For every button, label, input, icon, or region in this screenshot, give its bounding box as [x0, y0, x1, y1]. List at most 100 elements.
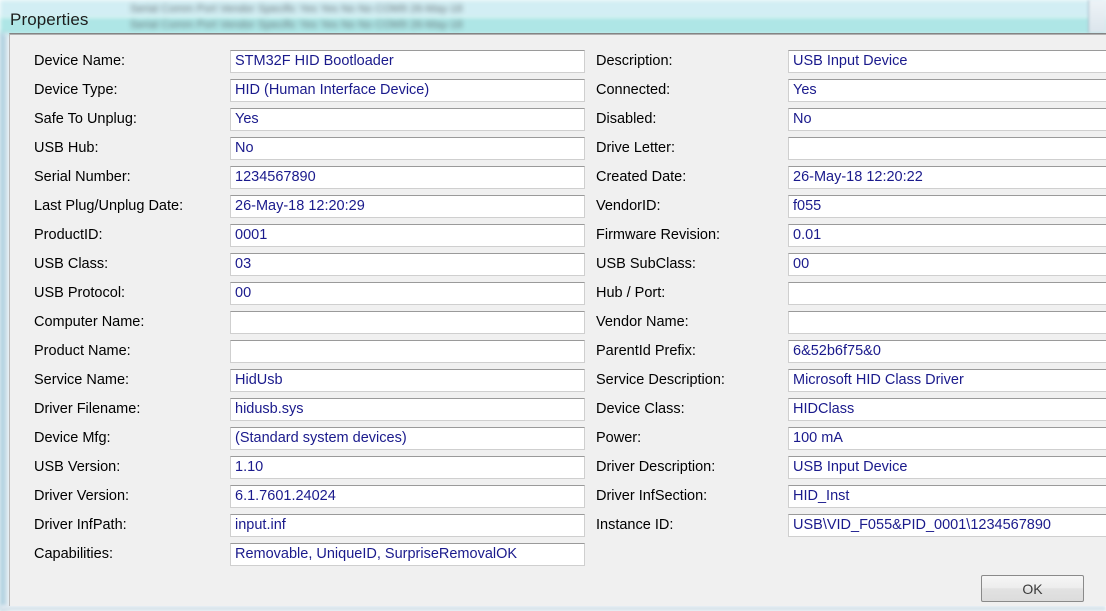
ok-button[interactable]: OK	[981, 575, 1084, 602]
property-value-field[interactable]: No	[230, 137, 585, 160]
property-cell-right: Driver Description: USB Input Device	[587, 455, 1106, 484]
property-value-field[interactable]: input.inf	[230, 514, 585, 537]
property-row: Last Plug/Unplug Date:26-May-18 12:20:29…	[10, 194, 1106, 223]
property-cell-left: ProductID:0001	[24, 223, 587, 252]
property-label: Driver Version:	[34, 488, 129, 504]
property-cell-left: Device Type: HID (Human Interface Device)	[24, 78, 587, 107]
property-row: Driver Version:6.1.7601.24024Driver InfS…	[10, 484, 1106, 513]
property-value: 26-May-18 12:20:22	[793, 169, 923, 185]
property-value-field[interactable]: USB Input Device	[788, 456, 1106, 479]
property-label: Created Date:	[596, 169, 686, 185]
property-value: HIDClass	[793, 401, 854, 417]
property-cell-right: Service Description:Microsoft HID Class …	[587, 368, 1106, 397]
property-value-field[interactable]: 6&52b6f75&0	[788, 340, 1106, 363]
property-value: 00	[793, 256, 809, 272]
property-value-field[interactable]: (Standard system devices)	[230, 427, 585, 450]
property-value-field[interactable]: 00	[230, 282, 585, 305]
background-scrollbar[interactable]	[1088, 0, 1106, 33]
property-label: Product Name:	[34, 343, 131, 359]
property-row: Service Name:HidUsbService Description:M…	[10, 368, 1106, 397]
property-row: Driver InfPath: input.inf Instance ID: USB\…	[10, 513, 1106, 542]
property-cell-right: VendorID:f055	[587, 194, 1106, 223]
property-value: Yes	[793, 82, 817, 98]
property-row: USB Protocol: 00 Hub / Port:	[10, 281, 1106, 310]
property-value: 1.10	[235, 459, 263, 475]
property-cell-right: Description: USB Input Device	[587, 49, 1106, 78]
property-cell-left: Driver InfPath: input.inf	[24, 513, 587, 542]
page-title: Properties	[10, 10, 88, 30]
property-value: Removable, UniqueID, SurpriseRemovalOK	[235, 546, 517, 562]
property-value-field[interactable]: HIDClass	[788, 398, 1106, 421]
property-label: USB Version:	[34, 459, 120, 475]
property-cell-right: Disabled: No	[587, 107, 1106, 136]
property-value: No	[235, 140, 254, 156]
property-value-field[interactable]: 03	[230, 253, 585, 276]
property-value-field[interactable]: 26-May-18 12:20:22	[788, 166, 1106, 189]
property-value-field[interactable]: No	[788, 108, 1106, 131]
property-label: Driver InfPath:	[34, 517, 127, 533]
property-value-field[interactable]: Microsoft HID Class Driver	[788, 369, 1106, 392]
property-label: Device Mfg:	[34, 430, 111, 446]
property-label: Device Name:	[34, 53, 125, 69]
property-value-field[interactable]: STM32F HID Bootloader	[230, 50, 585, 73]
property-value-field[interactable]	[788, 282, 1106, 305]
property-value-field[interactable]: Removable, UniqueID, SurpriseRemovalOK	[230, 543, 585, 566]
property-value-field[interactable]: Yes	[230, 108, 585, 131]
background-row-text-upper: Serial Comm Port Vendor Specific Yes Yes…	[130, 3, 463, 15]
property-cell-right: Vendor Name:	[587, 310, 1106, 339]
property-value-field[interactable]: HID (Human Interface Device)	[230, 79, 585, 102]
property-value: HID (Human Interface Device)	[235, 82, 429, 98]
property-value-field[interactable]	[788, 311, 1106, 334]
property-cell-left: USB Version: 1.10	[24, 455, 587, 484]
property-label: Serial Number:	[34, 169, 131, 185]
properties-dialog-screen: Serial Comm Port Vendor Specific Yes Yes…	[0, 0, 1106, 611]
property-value-field[interactable]: 1.10	[230, 456, 585, 479]
property-cell-left: Service Name:HidUsb	[24, 368, 587, 397]
property-value-field[interactable]: USB\VID_F055&PID_0001\1234567890	[788, 514, 1106, 537]
property-row: USB Class:03USB SubClass:00	[10, 252, 1106, 281]
property-row: USB Hub:NoDrive Letter:	[10, 136, 1106, 165]
property-label: Safe To Unplug:	[34, 111, 137, 127]
property-value-field[interactable]: USB Input Device	[788, 50, 1106, 73]
property-value: f055	[793, 198, 821, 214]
property-label: Instance ID:	[596, 517, 673, 533]
property-label: Device Type:	[34, 82, 118, 98]
property-row: Computer Name:Vendor Name:	[10, 310, 1106, 339]
property-value-field[interactable]: f055	[788, 195, 1106, 218]
property-value-field[interactable]: 26-May-18 12:20:29	[230, 195, 585, 218]
dialog-top-divider	[10, 34, 1106, 35]
property-value: USB\VID_F055&PID_0001\1234567890	[793, 517, 1051, 533]
property-value-field[interactable]: HidUsb	[230, 369, 585, 392]
property-cell-right: Drive Letter:	[587, 136, 1106, 165]
property-cell-right: Connected:Yes	[587, 78, 1106, 107]
property-label: ParentId Prefix:	[596, 343, 696, 359]
property-value-field[interactable]: 00	[788, 253, 1106, 276]
property-label: Power:	[596, 430, 641, 446]
property-value-field[interactable]: hidusb.sys	[230, 398, 585, 421]
property-label: Hub / Port:	[596, 285, 665, 301]
property-value-field[interactable]	[788, 137, 1106, 160]
property-label: Driver InfSection:	[596, 488, 707, 504]
property-label: Firmware Revision:	[596, 227, 720, 243]
property-cell-left: Last Plug/Unplug Date:26-May-18 12:20:29	[24, 194, 587, 223]
property-row: Driver Filename:hidusb.sysDevice Class:H…	[10, 397, 1106, 426]
property-row: USB Version: 1.10 Driver Description: USB I…	[10, 455, 1106, 484]
property-value-field[interactable]	[230, 340, 585, 363]
property-cell-right: Driver InfSection: HID_Inst	[587, 484, 1106, 513]
property-value-field[interactable]	[230, 311, 585, 334]
property-value: Microsoft HID Class Driver	[793, 372, 964, 388]
property-cell-right: USB SubClass:00	[587, 252, 1106, 281]
property-label: Disabled:	[596, 111, 656, 127]
property-label: Vendor Name:	[596, 314, 689, 330]
property-label: Description:	[596, 53, 673, 69]
property-label: USB Protocol:	[34, 285, 125, 301]
property-value-field[interactable]: 6.1.7601.24024	[230, 485, 585, 508]
property-cell-left: Capabilities:Removable, UniqueID, Surpri…	[24, 542, 587, 571]
property-value-field[interactable]: Yes	[788, 79, 1106, 102]
property-value-field[interactable]: HID_Inst	[788, 485, 1106, 508]
property-value-field[interactable]: 0001	[230, 224, 585, 247]
property-value-field[interactable]: 0.01	[788, 224, 1106, 247]
property-label: Driver Description:	[596, 459, 715, 475]
property-value-field[interactable]: 100 mA	[788, 427, 1106, 450]
property-value-field[interactable]: 1234567890	[230, 166, 585, 189]
